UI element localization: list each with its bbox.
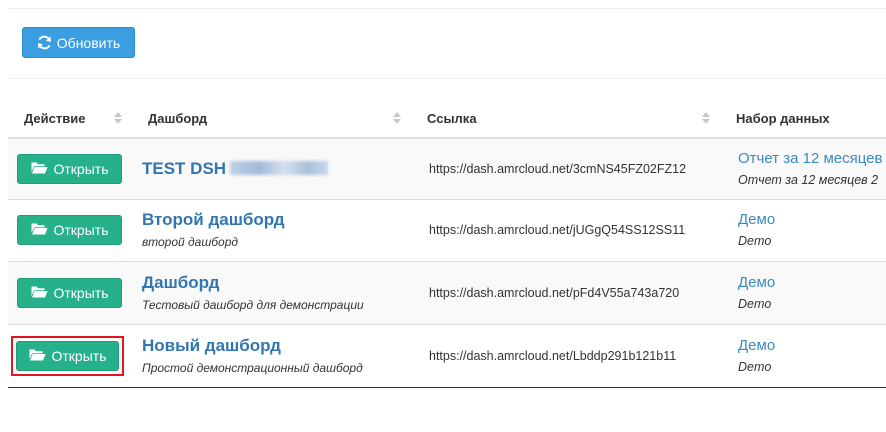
dashboard-link: https://dash.amrcloud.net/jUGgQ54SS12SS1… — [411, 199, 720, 262]
highlight-frame: Открыть — [11, 336, 124, 376]
dataset-description: Demo — [738, 359, 772, 374]
action-cell: Открыть — [8, 199, 132, 262]
dashboard-description: Простой демонстрационный дашборд — [142, 360, 363, 375]
refresh-button-label: Обновить — [56, 34, 121, 51]
dashboard-title-link[interactable]: TEST DSH — [142, 158, 411, 179]
dashboard-description: Тестовый дашборд для демонстрации — [142, 297, 364, 312]
open-button[interactable]: Открыть — [17, 153, 122, 184]
dataset-description: Demo — [738, 234, 772, 248]
dashboard-link: https://dash.amrcloud.net/3cmNS45FZ02FZ1… — [411, 138, 720, 200]
open-button[interactable]: Открыть — [17, 215, 122, 245]
dashboard-cell: Новый дашборд Простой демонстрационный д… — [132, 324, 411, 388]
dashboard-title: TEST DSH — [142, 159, 227, 179]
action-cell: Открыть — [8, 261, 132, 325]
column-header-label: Ссылка — [427, 110, 477, 126]
folder-open-icon — [31, 161, 48, 177]
toolbar-divider — [8, 78, 886, 79]
dataset-link[interactable]: Демо — [738, 273, 886, 293]
dataset-cell: Демо Demo — [720, 199, 886, 262]
open-button[interactable]: Открыть — [16, 341, 119, 371]
table-header-row: Действие Дашборд Ссылка Набор данных — [8, 99, 886, 139]
dashboard-cell: Дашборд Тестовый дашборд для демонстраци… — [132, 261, 411, 325]
column-header-action[interactable]: Действие — [8, 99, 132, 139]
column-header-label: Дашборд — [148, 110, 208, 126]
dashboard-title[interactable]: Дашборд — [142, 272, 411, 293]
dataset-description: Отчет за 12 месяцев 2 — [738, 172, 879, 187]
dataset-cell: Демо Demo — [720, 324, 886, 388]
open-button-label: Открыть — [53, 284, 109, 301]
redacted-text — [230, 161, 329, 176]
column-header-dashboard[interactable]: Дашборд — [132, 99, 411, 139]
open-button-label: Открыть — [53, 160, 109, 177]
dashboard-title[interactable]: Новый дашборд — [142, 335, 411, 356]
folder-open-icon — [31, 222, 48, 238]
folder-open-icon — [31, 285, 48, 301]
table-row: Открыть Второй дашборд второй дашборд ht… — [8, 199, 886, 262]
refresh-icon — [37, 35, 52, 50]
sort-icon[interactable] — [393, 112, 401, 124]
dataset-link[interactable]: Отчет за 12 месяцев — [738, 149, 886, 169]
dataset-cell: Демо Demo — [720, 261, 886, 325]
column-header-label: Действие — [24, 110, 86, 126]
sort-icon[interactable] — [114, 112, 122, 124]
refresh-button[interactable]: Обновить — [22, 27, 135, 58]
dataset-description: Demo — [738, 296, 772, 311]
table-row: Открыть Новый дашборд Простой демонстрац… — [8, 324, 886, 388]
dataset-cell: Отчет за 12 месяцев Отчет за 12 месяцев … — [720, 138, 886, 200]
column-header-label: Набор данных — [736, 110, 830, 126]
folder-open-icon — [29, 348, 46, 364]
action-cell: Открыть — [8, 138, 132, 200]
dashboard-description: второй дашборд — [142, 235, 239, 249]
dataset-link[interactable]: Демо — [738, 210, 886, 230]
dashboard-cell: Второй дашборд второй дашборд — [132, 199, 411, 262]
dashboard-link: https://dash.amrcloud.net/Lbddp291b121b1… — [411, 324, 720, 388]
dashboard-link: https://dash.amrcloud.net/pFd4V55a743a72… — [411, 261, 720, 325]
action-cell: Открыть — [8, 324, 132, 388]
column-header-dataset[interactable]: Набор данных — [720, 99, 886, 139]
dashboards-table: Действие Дашборд Ссылка Набор данных Отк… — [8, 99, 886, 388]
table-row: Открыть TEST DSH https://dash.amrcloud.n… — [8, 138, 886, 200]
dashboard-cell: TEST DSH — [132, 138, 411, 200]
open-button-label: Открыть — [53, 222, 109, 238]
open-button-label: Открыть — [51, 348, 107, 364]
column-header-link[interactable]: Ссылка — [411, 99, 720, 139]
sort-icon[interactable] — [702, 112, 710, 124]
dashboard-title[interactable]: Второй дашборд — [142, 209, 411, 230]
table-row: Открыть Дашборд Тестовый дашборд для дем… — [8, 261, 886, 325]
dataset-link[interactable]: Демо — [738, 336, 886, 356]
top-divider — [8, 8, 886, 9]
open-button[interactable]: Открыть — [17, 277, 122, 308]
